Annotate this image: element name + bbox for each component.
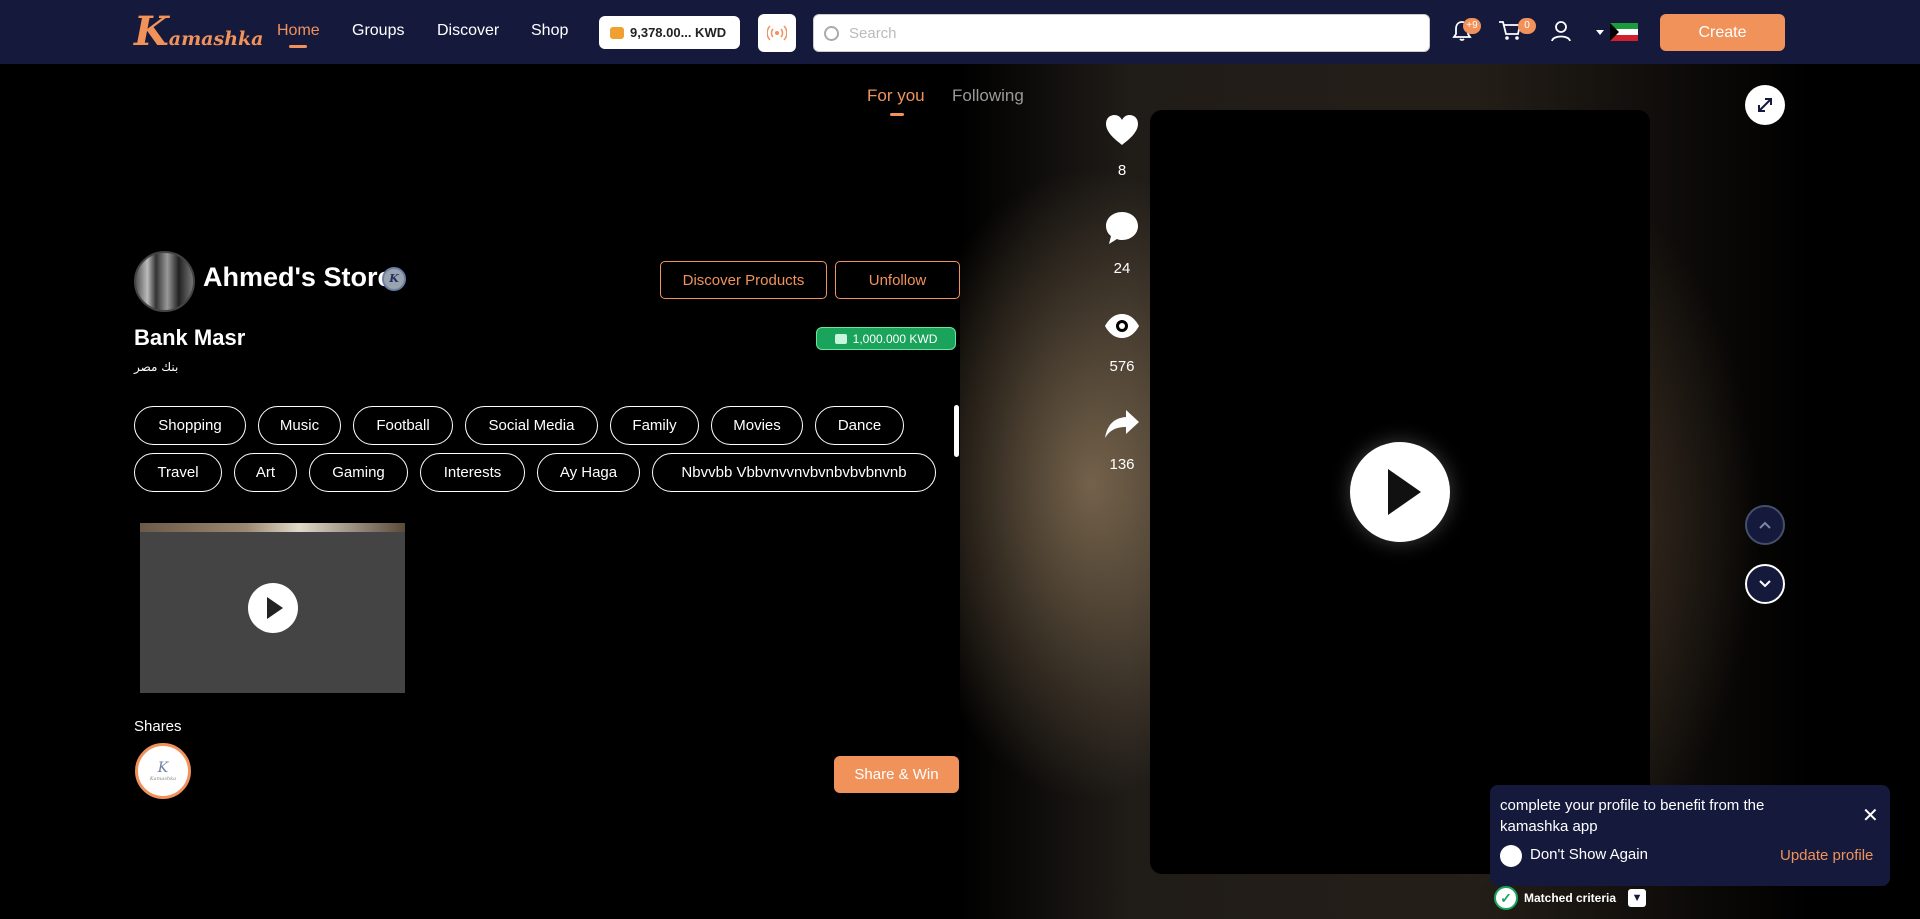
views-count: 576	[1109, 358, 1135, 375]
popup-message: complete your profile to benefit from th…	[1500, 797, 1765, 835]
tag-interests[interactable]: Interests	[420, 453, 525, 492]
share-avatar[interactable]: K Kamashka	[135, 743, 191, 799]
tag-movies[interactable]: Movies	[711, 406, 803, 445]
bank-name-arabic: بنك مصر	[134, 360, 179, 374]
kamashka-logo[interactable]: Kamashka	[134, 8, 263, 55]
tag-shopping[interactable]: Shopping	[134, 406, 246, 445]
tag-football[interactable]: Football	[353, 406, 453, 445]
discover-products-button[interactable]: Discover Products	[660, 261, 827, 299]
nav-home[interactable]: Home	[277, 22, 320, 40]
nav-groups[interactable]: Groups	[352, 22, 404, 40]
verified-badge-icon: K	[382, 267, 406, 291]
store-name[interactable]: Ahmed's Store	[203, 262, 392, 293]
dont-show-again-label[interactable]: Don't Show Again	[1530, 846, 1648, 863]
notification-count-badge: +9	[1463, 18, 1481, 34]
nav-discover[interactable]: Discover	[437, 22, 499, 40]
shares-heading: Shares	[134, 718, 182, 735]
likes-count: 8	[1117, 162, 1127, 179]
chevron-down-icon	[1759, 580, 1771, 588]
bank-name: Bank Masr	[134, 325, 246, 350]
chevron-down-icon[interactable]: ▼	[1628, 889, 1647, 907]
search-icon	[824, 25, 839, 41]
tags-scrollbar[interactable]	[954, 405, 959, 457]
tag-dance[interactable]: Dance	[815, 406, 904, 445]
tag-family[interactable]: Family	[610, 406, 699, 445]
kuwait-flag[interactable]	[1610, 23, 1638, 41]
cart-count-badge: 0	[1518, 18, 1536, 34]
comment-icon[interactable]	[1104, 210, 1140, 246]
app-root: Kamashka Home Groups Discover Shop 9,378…	[0, 0, 1920, 919]
store-balance-badge: 1,000.000 KWD	[816, 327, 956, 350]
tab-for-you[interactable]: For you	[867, 86, 925, 106]
chevron-up-icon	[1759, 521, 1771, 529]
expand-icon	[1758, 98, 1772, 112]
nav-active-indicator	[289, 45, 307, 48]
matched-criteria[interactable]: ✓ Matched criteria ▼	[1494, 886, 1647, 910]
shares-count: 136	[1109, 456, 1135, 473]
chevron-down-icon[interactable]	[1596, 30, 1604, 35]
tag-music[interactable]: Music	[258, 406, 341, 445]
tag-custom[interactable]: Nbvvbb Vbbvnvvnvbvnbvbvbnvnb	[652, 453, 936, 492]
play-icon[interactable]	[1350, 442, 1450, 542]
store-avatar[interactable]	[134, 251, 195, 312]
live-button[interactable]	[758, 14, 796, 52]
coins-icon	[610, 26, 624, 39]
money-icon	[834, 333, 847, 344]
update-profile-link[interactable]: Update profile	[1780, 847, 1873, 864]
user-icon[interactable]	[1550, 20, 1572, 42]
dont-show-again-radio[interactable]	[1500, 845, 1522, 867]
fullscreen-button[interactable]	[1745, 85, 1785, 125]
complete-profile-popup: complete your profile to benefit from th…	[1490, 785, 1890, 886]
wallet-balance: 9,378.00... KWD	[630, 25, 727, 40]
broadcast-icon	[767, 25, 787, 41]
search-box	[813, 14, 1430, 52]
tag-art[interactable]: Art	[234, 453, 297, 492]
tag-ay-haga[interactable]: Ay Haga	[537, 453, 640, 492]
top-header: Kamashka Home Groups Discover Shop 9,378…	[0, 0, 1920, 64]
previous-video-button[interactable]	[1745, 505, 1785, 545]
comments-count: 24	[1113, 260, 1131, 277]
check-icon: ✓	[1494, 886, 1518, 910]
create-button[interactable]: Create	[1660, 14, 1785, 51]
share-avatar-text: Kamashka	[149, 776, 177, 782]
share-and-win-button[interactable]: Share & Win	[834, 756, 959, 793]
nav-shop[interactable]: Shop	[531, 22, 568, 40]
matched-criteria-label: Matched criteria	[1524, 891, 1617, 905]
tag-travel[interactable]: Travel	[134, 453, 222, 492]
wallet-balance-button[interactable]: 9,378.00... KWD	[599, 16, 740, 49]
eye-icon[interactable]	[1104, 308, 1140, 344]
search-input[interactable]	[849, 24, 1409, 42]
share-icon[interactable]	[1104, 406, 1140, 442]
store-balance: 1,000.000 KWD	[852, 331, 938, 346]
feed-tab-indicator	[890, 113, 904, 116]
tag-social-media[interactable]: Social Media	[465, 406, 598, 445]
play-icon[interactable]	[248, 583, 298, 633]
share-avatar-mark: K	[157, 760, 169, 776]
unfollow-button[interactable]: Unfollow	[835, 261, 960, 299]
heart-icon[interactable]	[1104, 112, 1140, 148]
video-thumbnail[interactable]	[140, 523, 405, 693]
tab-following[interactable]: Following	[952, 86, 1024, 106]
next-video-button[interactable]	[1745, 564, 1785, 604]
tag-gaming[interactable]: Gaming	[309, 453, 408, 492]
close-icon[interactable]: ✕	[1862, 803, 1879, 827]
